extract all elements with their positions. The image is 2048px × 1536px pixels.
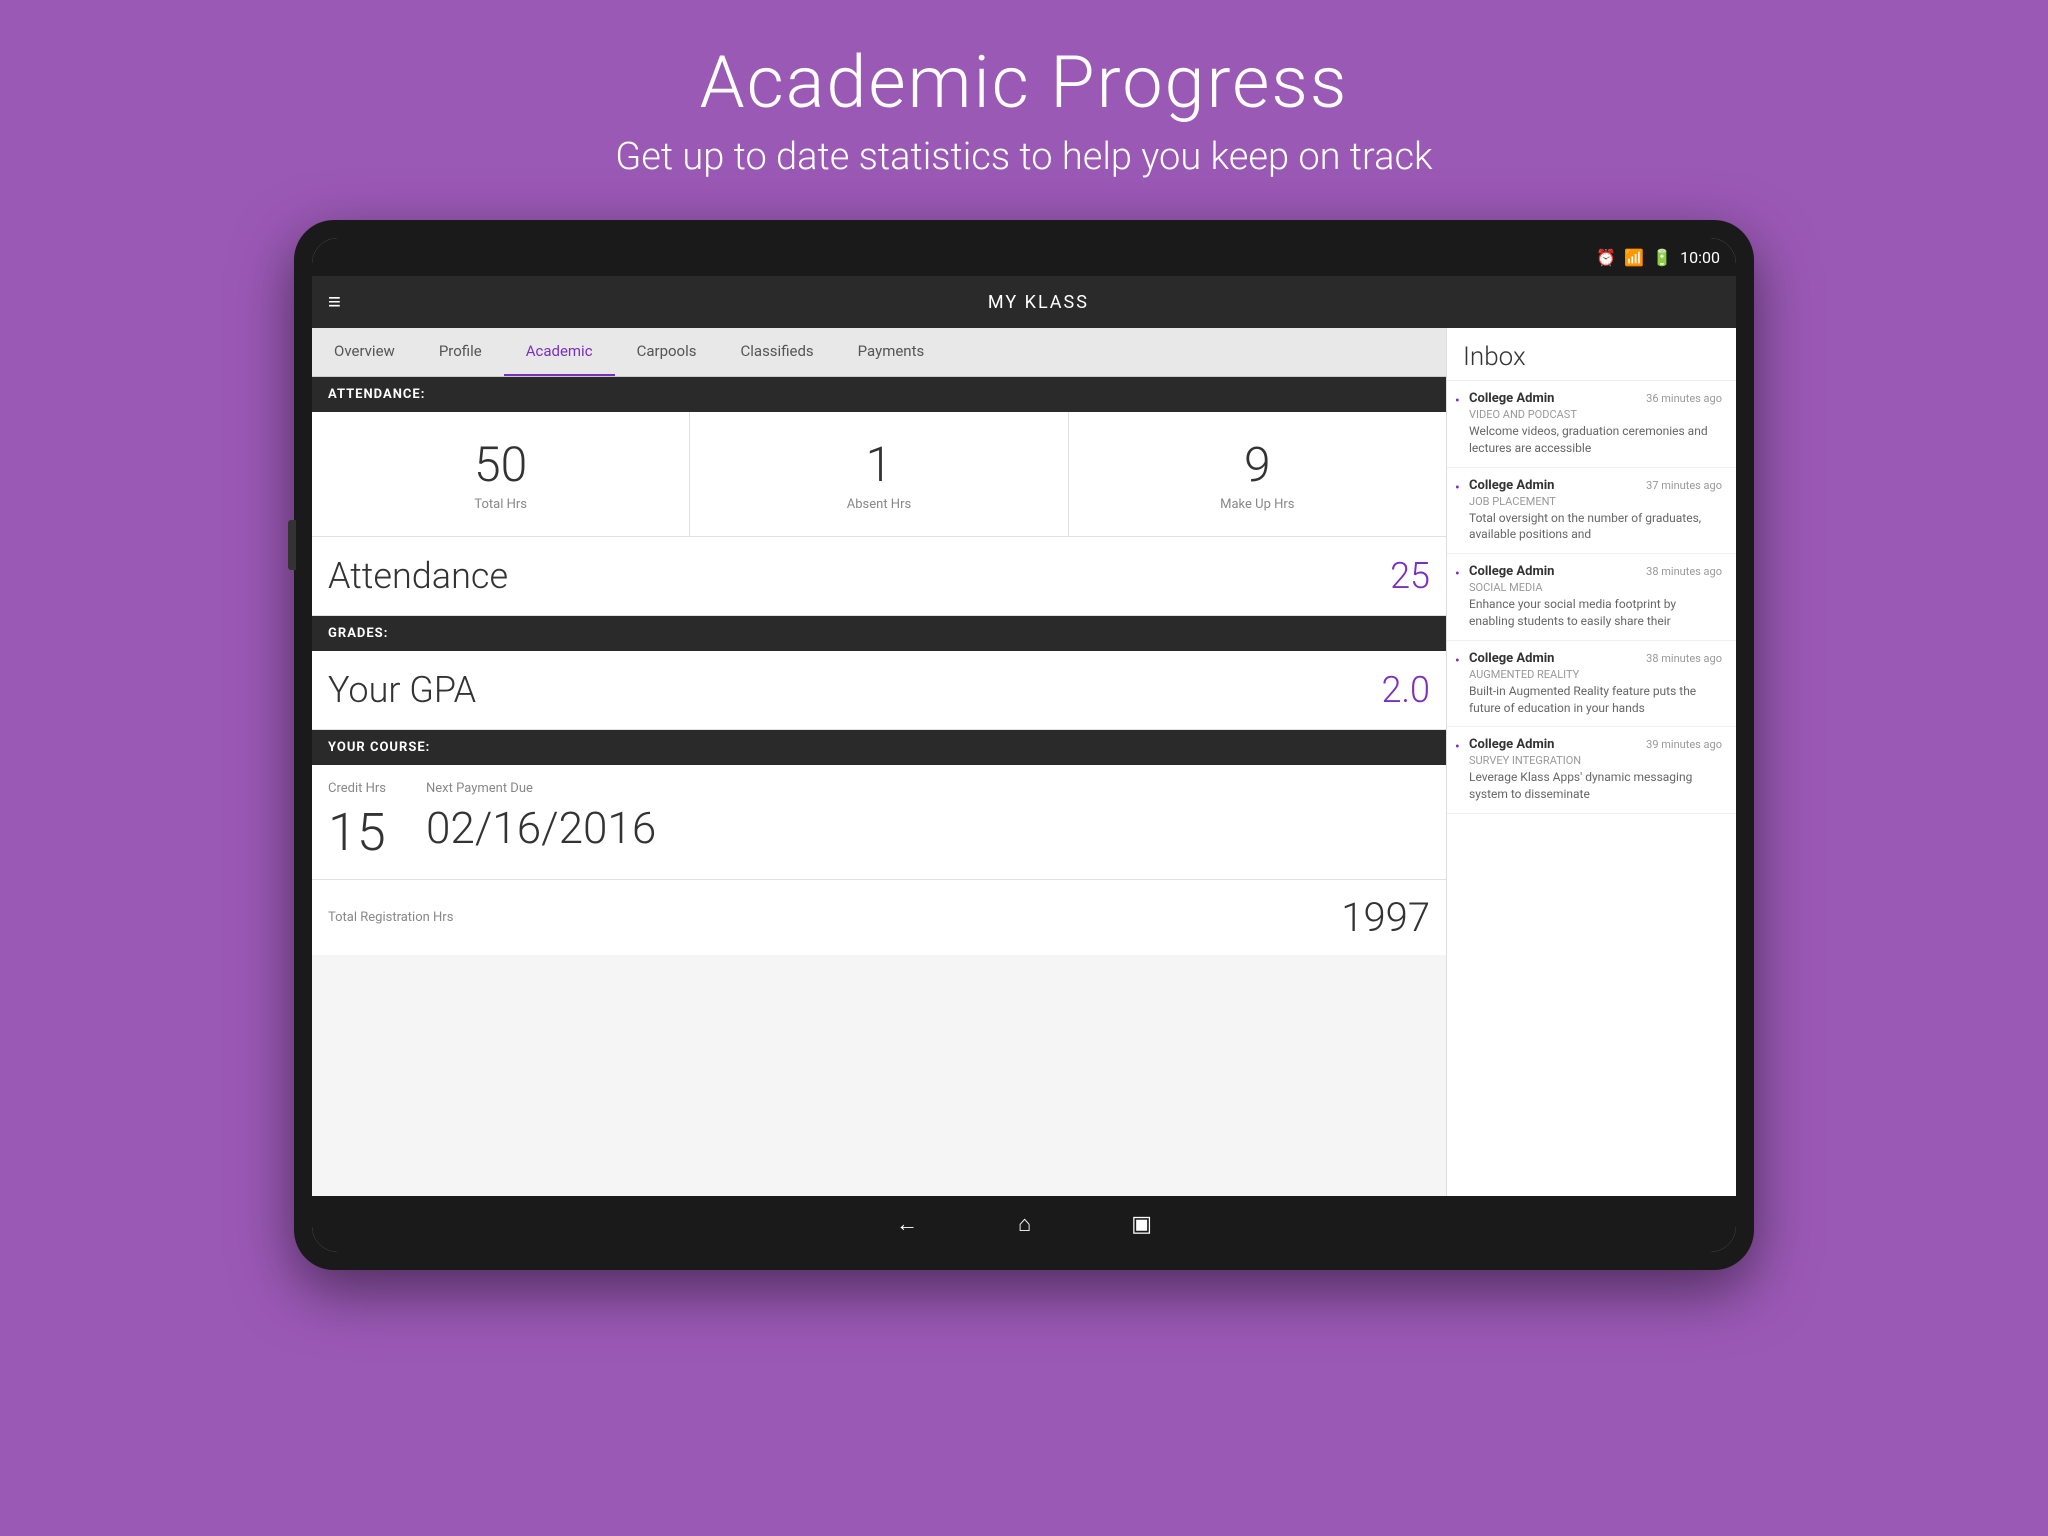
- inbox-item-4[interactable]: College Admin 39 minutes ago SURVEY INTE…: [1447, 727, 1736, 814]
- back-button[interactable]: ←: [896, 1211, 918, 1237]
- makeup-hrs-label: Make Up Hrs: [1079, 497, 1436, 512]
- tablet-device: ⏰ 📶 🔋 10:00 ≡ MY KLASS Overview Profile: [294, 220, 1754, 1270]
- device-screen: ⏰ 📶 🔋 10:00 ≡ MY KLASS Overview Profile: [312, 238, 1736, 1252]
- attendance-score-label: Attendance: [328, 555, 1390, 597]
- inbox-preview-3: Built-in Augmented Reality feature puts …: [1469, 683, 1722, 717]
- attendance-header: ATTENDANCE:: [312, 377, 1446, 412]
- total-hrs-label: Total Hrs: [322, 497, 679, 512]
- inbox-sender-1: College Admin: [1469, 478, 1554, 493]
- inbox-category-2: SOCIAL MEDIA: [1469, 581, 1722, 594]
- inbox-sender-3: College Admin: [1469, 651, 1554, 666]
- inbox-item-3[interactable]: College Admin 38 minutes ago AUGMENTED R…: [1447, 641, 1736, 728]
- status-bar: ⏰ 📶 🔋 10:00: [312, 238, 1736, 276]
- inbox-category-3: AUGMENTED REALITY: [1469, 668, 1722, 681]
- inbox-time-1: 37 minutes ago: [1646, 479, 1722, 492]
- inbox-time-0: 36 minutes ago: [1646, 392, 1722, 405]
- app-bar: ≡ MY KLASS: [312, 276, 1736, 328]
- tab-academic[interactable]: Academic: [504, 328, 615, 376]
- inbox-title: Inbox: [1447, 328, 1736, 381]
- inbox-time-4: 39 minutes ago: [1646, 738, 1722, 751]
- alarm-icon: ⏰: [1596, 248, 1616, 267]
- page-title: Academic Progress: [0, 40, 2048, 125]
- battery-icon: 🔋: [1652, 248, 1672, 267]
- credit-hrs-value: 15: [328, 802, 386, 863]
- total-reg-value: 1997: [1341, 894, 1430, 941]
- total-hrs-stat: 50 Total Hrs: [312, 412, 690, 536]
- inbox-preview-4: Leverage Klass Apps' dynamic messaging s…: [1469, 769, 1722, 803]
- inbox-sender-2: College Admin: [1469, 564, 1554, 579]
- attendance-score-row: Attendance 25: [312, 537, 1446, 616]
- inbox-preview-0: Welcome videos, graduation ceremonies an…: [1469, 423, 1722, 457]
- app-title: MY KLASS: [357, 292, 1720, 313]
- bottom-nav: ← ⌂ ▣: [312, 1196, 1736, 1252]
- tab-overview[interactable]: Overview: [312, 328, 417, 376]
- page-background: Academic Progress Get up to date statist…: [0, 0, 2048, 209]
- main-panel: Overview Profile Academic Carpools Class…: [312, 328, 1446, 1196]
- course-header: YOUR COURSE:: [312, 730, 1446, 765]
- total-hrs-value: 50: [322, 436, 679, 493]
- wifi-icon: 📶: [1624, 248, 1644, 267]
- tab-profile[interactable]: Profile: [417, 328, 504, 376]
- gpa-label: Your GPA: [328, 669, 1381, 711]
- inbox-category-0: VIDEO AND PODCAST: [1469, 408, 1722, 421]
- tab-classifieds[interactable]: Classifieds: [719, 328, 836, 376]
- page-subtitle: Get up to date statistics to help you ke…: [0, 135, 2048, 179]
- inbox-time-3: 38 minutes ago: [1646, 652, 1722, 665]
- absent-hrs-label: Absent Hrs: [700, 497, 1057, 512]
- tab-payments[interactable]: Payments: [836, 328, 947, 376]
- volume-button: [288, 520, 296, 570]
- payment-due-label: Next Payment Due: [426, 781, 656, 796]
- inbox-sender-0: College Admin: [1469, 391, 1554, 406]
- makeup-hrs-value: 9: [1079, 436, 1436, 493]
- absent-hrs-value: 1: [700, 436, 1057, 493]
- gpa-score-row: Your GPA 2.0: [312, 651, 1446, 730]
- tab-carpools[interactable]: Carpools: [615, 328, 719, 376]
- menu-icon[interactable]: ≡: [328, 289, 341, 315]
- gpa-value: 2.0: [1381, 669, 1430, 711]
- attendance-score-value: 25: [1390, 555, 1430, 597]
- makeup-hrs-stat: 9 Make Up Hrs: [1069, 412, 1446, 536]
- page-header: Academic Progress Get up to date statist…: [0, 0, 2048, 209]
- inbox-category-4: SURVEY INTEGRATION: [1469, 754, 1722, 767]
- inbox-item-2[interactable]: College Admin 38 minutes ago SOCIAL MEDI…: [1447, 554, 1736, 641]
- course-info: Credit Hrs 15 Next Payment Due 02/16/201…: [312, 765, 1446, 879]
- payment-due-col: Next Payment Due 02/16/2016: [426, 781, 656, 863]
- tab-bar: Overview Profile Academic Carpools Class…: [312, 328, 1446, 377]
- inbox-item-1[interactable]: College Admin 37 minutes ago JOB PLACEME…: [1447, 468, 1736, 555]
- payment-due-value: 02/16/2016: [426, 802, 656, 854]
- recent-button[interactable]: ▣: [1131, 1212, 1152, 1237]
- inbox-item-0[interactable]: College Admin 36 minutes ago VIDEO AND P…: [1447, 381, 1736, 468]
- inbox-preview-2: Enhance your social media footprint by e…: [1469, 596, 1722, 630]
- content-area: Overview Profile Academic Carpools Class…: [312, 328, 1736, 1196]
- inbox-panel: Inbox College Admin 36 minutes ago VIDEO…: [1446, 328, 1736, 1196]
- home-button[interactable]: ⌂: [1018, 1211, 1031, 1237]
- grades-header: GRADES:: [312, 616, 1446, 651]
- total-reg-label: Total Registration Hrs: [328, 910, 453, 925]
- absent-hrs-stat: 1 Absent Hrs: [690, 412, 1068, 536]
- inbox-category-1: JOB PLACEMENT: [1469, 495, 1722, 508]
- status-time: 10:00: [1680, 248, 1720, 267]
- attendance-stats-row: 50 Total Hrs 1 Absent Hrs 9 Make Up Hrs: [312, 412, 1446, 537]
- inbox-time-2: 38 minutes ago: [1646, 565, 1722, 578]
- inbox-preview-1: Total oversight on the number of graduat…: [1469, 510, 1722, 544]
- inbox-sender-4: College Admin: [1469, 737, 1554, 752]
- credit-hrs-label: Credit Hrs: [328, 781, 386, 796]
- main-content: ATTENDANCE: 50 Total Hrs 1 Absent Hrs: [312, 377, 1446, 1196]
- total-reg-row: Total Registration Hrs 1997: [312, 879, 1446, 955]
- credit-hrs-col: Credit Hrs 15: [328, 781, 386, 863]
- inbox-list: College Admin 36 minutes ago VIDEO AND P…: [1447, 381, 1736, 1196]
